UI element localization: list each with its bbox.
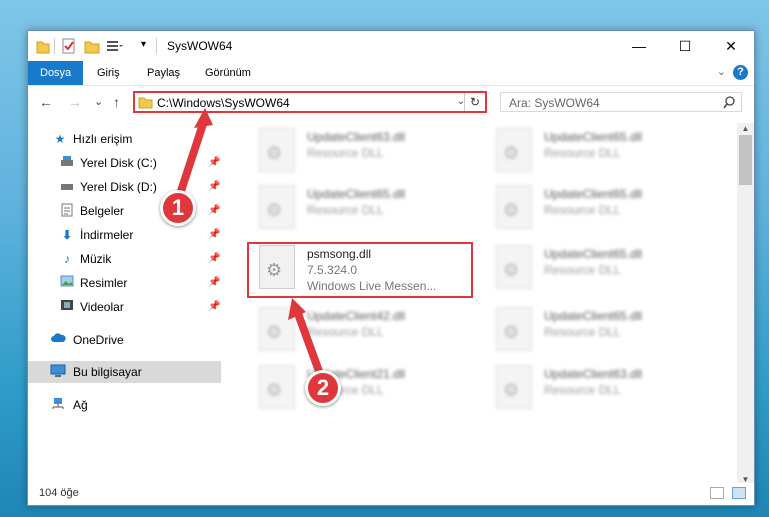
tab-home[interactable]: Giriş xyxy=(85,61,132,85)
tab-file[interactable]: Dosya xyxy=(28,61,84,85)
pin-icon[interactable]: 📌 xyxy=(208,296,220,318)
ribbon-tabs: Dosya Giriş Paylaş Görünüm ⌄ ? xyxy=(28,61,754,86)
dll-file-icon: ⚙ xyxy=(259,365,295,409)
callout-badge-1: 1 xyxy=(160,190,196,226)
sidebar-item-music[interactable]: ♪ Müzik 📌 xyxy=(28,248,221,270)
file-item[interactable]: ⚙ UpdateClient63.dll Resource DLL xyxy=(249,126,479,180)
pin-icon[interactable]: 📌 xyxy=(208,248,220,270)
cloud-icon xyxy=(50,332,66,348)
up-button[interactable]: ↑ xyxy=(113,94,120,110)
drive-icon xyxy=(59,179,75,195)
file-item[interactable]: ⚙ UpdateClient65.dll Resource DLL xyxy=(486,243,716,297)
new-folder-icon[interactable] xyxy=(84,38,100,54)
dll-file-icon: ⚙ xyxy=(496,185,532,229)
callout-badge-2: 2 xyxy=(305,370,341,406)
file-item[interactable]: ⚙ UpdateClient65.dll Resource DLL xyxy=(486,126,716,180)
pin-icon[interactable]: 📌 xyxy=(208,224,220,246)
network-icon xyxy=(50,397,66,413)
dll-file-icon: ⚙ xyxy=(496,245,532,289)
back-button[interactable]: ← xyxy=(39,94,53,110)
pin-icon[interactable]: 📌 xyxy=(208,176,220,198)
explorer-window: ▾ SysWOW64 — ☐ ✕ Dosya Giriş Paylaş Görü… xyxy=(27,30,755,506)
dll-file-icon: ⚙ xyxy=(496,365,532,409)
window-title: SysWOW64 xyxy=(167,39,233,53)
status-bar: 104 öğe xyxy=(28,483,754,505)
recent-locations-button[interactable]: ⌄ xyxy=(94,95,103,108)
vertical-scrollbar[interactable]: ▲ ▼ xyxy=(737,123,754,486)
sidebar-item-downloads[interactable]: ⬇ İndirmeler 📌 xyxy=(28,224,221,246)
drive-icon xyxy=(59,155,75,171)
properties-icon[interactable] xyxy=(61,38,77,54)
tab-view[interactable]: Görünüm xyxy=(193,61,263,85)
sidebar-item-quick-access[interactable]: ★ Hızlı erişim xyxy=(28,128,221,150)
download-icon: ⬇ xyxy=(61,228,73,242)
search-placeholder: Ara: SysWOW64 xyxy=(509,96,600,110)
dll-file-icon: ⚙ xyxy=(259,185,295,229)
title-bar: ▾ SysWOW64 — ☐ ✕ xyxy=(28,31,754,61)
sidebar-item-onedrive[interactable]: OneDrive xyxy=(28,329,221,351)
file-item[interactable]: ⚙ UpdateClient65.dll Resource DLL xyxy=(486,305,716,359)
search-box[interactable]: Ara: SysWOW64 xyxy=(500,92,742,112)
refresh-button[interactable]: ↻ xyxy=(464,93,485,111)
highlight-box xyxy=(247,242,473,298)
customize-toolbar-icon[interactable]: ▾ xyxy=(141,39,146,50)
details-view-icon[interactable] xyxy=(710,487,724,499)
toolbar-divider xyxy=(156,38,157,54)
file-item[interactable]: ⚙ UpdateClient65.dll Resource DLL xyxy=(249,183,479,237)
file-item[interactable]: ⚙ UpdateClient21.dll Resource DLL xyxy=(249,363,479,417)
folder-icon[interactable] xyxy=(36,38,50,54)
toolbar-divider xyxy=(54,38,55,54)
sidebar-item-network[interactable]: Ağ xyxy=(28,394,221,416)
pictures-icon xyxy=(59,275,75,291)
file-item[interactable]: ⚙ UpdateClient63.dll Resource DLL xyxy=(486,363,716,417)
dll-file-icon: ⚙ xyxy=(496,307,532,351)
star-icon: ★ xyxy=(54,132,66,146)
pin-icon[interactable]: 📌 xyxy=(208,152,220,174)
search-icon[interactable] xyxy=(723,96,735,110)
file-item[interactable]: ⚙ UpdateClient65.dll Resource DLL xyxy=(486,183,716,237)
computer-icon xyxy=(50,364,66,380)
pin-icon[interactable]: 📌 xyxy=(208,200,220,222)
sidebar-item-this-pc[interactable]: Bu bilgisayar xyxy=(28,361,221,383)
item-count: 104 öğe xyxy=(39,487,79,499)
sidebar-item-videos[interactable]: Videolar 📌 xyxy=(28,296,221,318)
dll-file-icon: ⚙ xyxy=(496,128,532,172)
address-path[interactable]: C:\Windows\SysWOW64 xyxy=(157,96,290,110)
folder-icon xyxy=(138,97,153,109)
minimize-button[interactable]: — xyxy=(616,31,662,61)
file-item[interactable]: ⚙ UpdateClient42.dll Resource DLL xyxy=(249,305,479,359)
pin-icon[interactable]: 📌 xyxy=(208,272,220,294)
large-icons-view-icon[interactable] xyxy=(732,487,746,499)
navigation-bar: ← → ⌄ ↑ C:\Windows\SysWOW64 ⌄ ↻ Ara: Sys… xyxy=(28,86,754,119)
maximize-button[interactable]: ☐ xyxy=(662,31,708,61)
forward-button[interactable]: → xyxy=(68,94,82,110)
sidebar-item-local-disk-c[interactable]: Yerel Disk (C:) 📌 xyxy=(28,152,221,174)
sidebar-item-local-disk-d[interactable]: Yerel Disk (D:) 📌 xyxy=(28,176,221,198)
tab-share[interactable]: Paylaş xyxy=(135,61,192,85)
navigation-pane: ★ Hızlı erişim Yerel Disk (C:) 📌 Yerel D… xyxy=(28,123,221,488)
close-button[interactable]: ✕ xyxy=(708,31,754,61)
ribbon-collapse-icon[interactable]: ⌄ xyxy=(717,65,726,78)
scroll-thumb[interactable] xyxy=(739,135,752,185)
documents-icon xyxy=(59,203,75,219)
address-bar[interactable]: C:\Windows\SysWOW64 ⌄ ↻ xyxy=(133,91,487,113)
scroll-up-icon[interactable]: ▲ xyxy=(737,123,754,135)
file-list: ⚙ UpdateClient63.dll Resource DLL ⚙ Upda… xyxy=(237,123,737,488)
view-menu-icon[interactable] xyxy=(106,38,124,54)
music-icon: ♪ xyxy=(64,252,70,266)
sidebar-item-pictures[interactable]: Resimler 📌 xyxy=(28,272,221,294)
help-icon[interactable]: ? xyxy=(733,65,748,80)
video-icon xyxy=(59,299,75,315)
dll-file-icon: ⚙ xyxy=(259,307,295,351)
dll-file-icon: ⚙ xyxy=(259,128,295,172)
